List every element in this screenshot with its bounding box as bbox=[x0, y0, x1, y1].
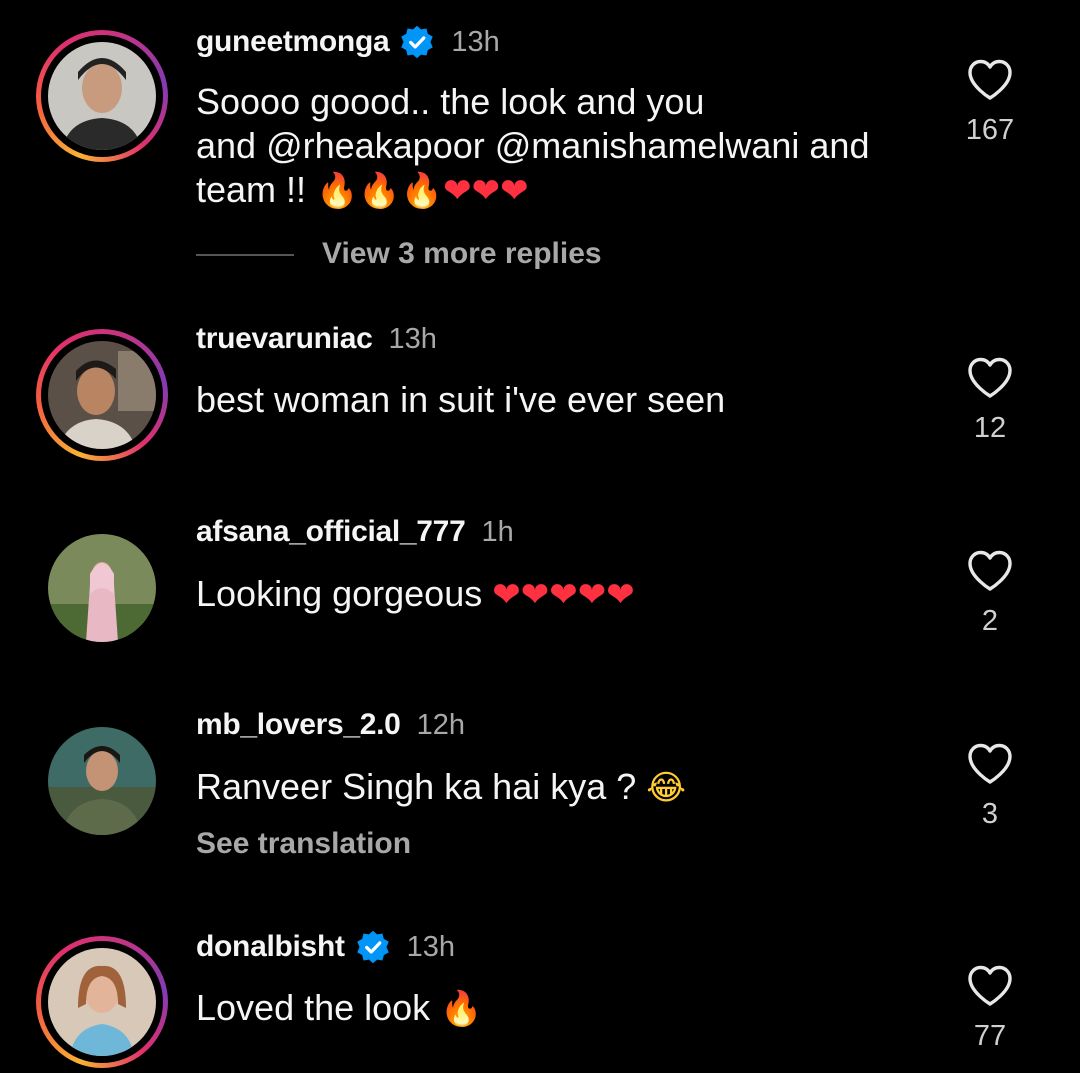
heart-outline-icon bbox=[968, 965, 1012, 1006]
comment-text: best woman in suit i've ever seen bbox=[196, 379, 726, 420]
comment-time: 1h bbox=[481, 515, 514, 548]
comment-text: Looking gorgeous ❤❤❤❤❤ bbox=[196, 573, 635, 615]
avatar[interactable] bbox=[48, 727, 156, 835]
username[interactable]: afsana_official_777 bbox=[196, 515, 466, 549]
avatar-story-ring[interactable] bbox=[36, 936, 168, 1068]
see-translation-button[interactable]: See translation bbox=[196, 827, 411, 861]
comment-time: 13h bbox=[388, 322, 437, 355]
like-count: 167 bbox=[965, 114, 1015, 146]
avatar[interactable] bbox=[48, 948, 156, 1056]
like-count: 3 bbox=[981, 798, 999, 830]
username[interactable]: donalbisht bbox=[196, 930, 345, 964]
verified-badge-icon bbox=[356, 930, 389, 964]
heart-outline-icon bbox=[968, 743, 1012, 784]
like-count: 77 bbox=[973, 1020, 1007, 1052]
like-button[interactable]: 12 bbox=[955, 356, 1025, 445]
avatar-story-ring[interactable] bbox=[36, 30, 168, 162]
avatar[interactable] bbox=[48, 341, 156, 449]
comment-text: Soooo goood.. the look and you and @rhea… bbox=[196, 81, 870, 211]
verified-badge-icon bbox=[401, 25, 434, 59]
like-count: 12 bbox=[973, 412, 1007, 444]
like-button[interactable]: 77 bbox=[955, 964, 1025, 1053]
like-button[interactable]: 2 bbox=[955, 549, 1025, 638]
avatar[interactable] bbox=[48, 534, 156, 642]
comment-time: 12h bbox=[416, 708, 465, 741]
comment-text: Loved the look 🔥 bbox=[196, 987, 483, 1029]
heart-outline-icon bbox=[968, 550, 1012, 591]
like-button[interactable]: 167 bbox=[955, 58, 1025, 147]
username[interactable]: guneetmonga bbox=[196, 25, 390, 59]
like-button[interactable]: 3 bbox=[955, 742, 1025, 831]
replies-divider bbox=[196, 254, 294, 256]
avatar-story-ring[interactable] bbox=[36, 329, 168, 461]
username[interactable]: truevaruniac bbox=[196, 322, 373, 356]
like-count: 2 bbox=[981, 605, 999, 637]
comment-time: 13h bbox=[451, 25, 500, 58]
view-replies-button[interactable]: View 3 more replies bbox=[322, 237, 602, 271]
username[interactable]: mb_lovers_2.0 bbox=[196, 708, 401, 742]
avatar[interactable] bbox=[48, 42, 156, 150]
heart-outline-icon bbox=[968, 357, 1012, 398]
comment-text: Ranveer Singh ka hai kya ? 😂 bbox=[196, 766, 686, 808]
comment-time: 13h bbox=[406, 930, 456, 963]
heart-outline-icon bbox=[968, 59, 1012, 100]
